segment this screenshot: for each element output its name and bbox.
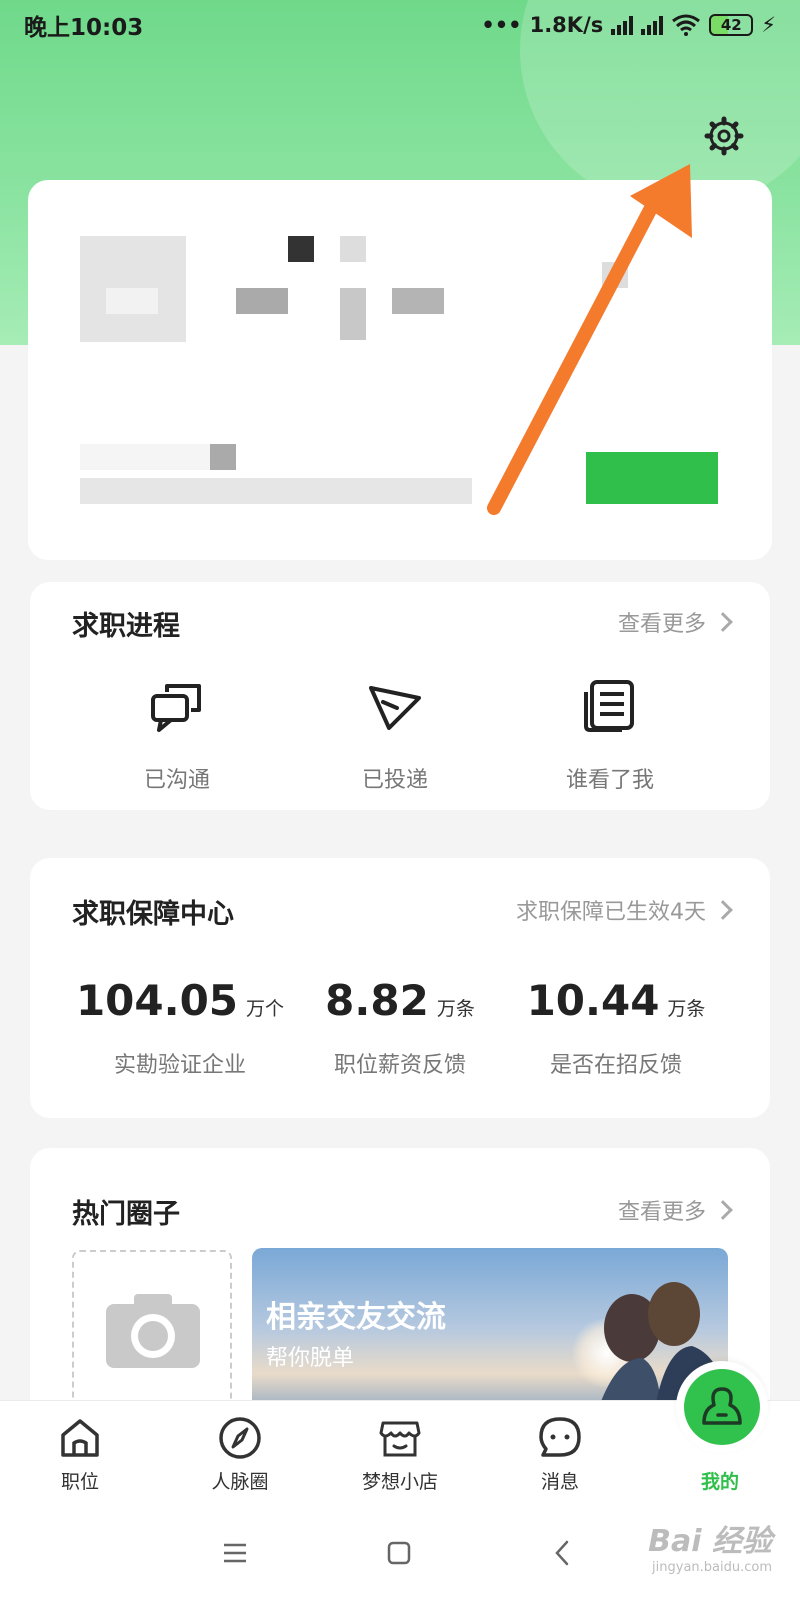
resume-progress-bar (80, 478, 472, 504)
signal-icon (611, 15, 634, 35)
status-time: 晚上10:03 (24, 15, 144, 41)
profile-icon (702, 1387, 742, 1425)
job-progress-card: 求职进程 查看更多 已沟通 已投递 谁看了我 (30, 582, 770, 810)
info-pixel (80, 444, 210, 470)
progress-item-label: 已投递 (361, 768, 428, 793)
hot-circles-title: 热门圈子 (72, 1199, 180, 1230)
stat-unit: 万条 (667, 998, 706, 1020)
chevron-right-icon (713, 900, 733, 920)
job-progress-title: 求职进程 (72, 611, 180, 642)
baidu-watermark: Bai 经验 jingyan.baidu.com (648, 1516, 772, 1575)
charging-icon: ⚡ (761, 13, 776, 37)
stat-hiring-feedback: 10.44 万条 是否在招反馈 (506, 976, 726, 1079)
net-speed: 1.8K/s (529, 13, 604, 37)
stat-value: 10.44 (526, 976, 660, 1025)
tab-label: 梦想小店 (361, 1471, 438, 1493)
watermark-brand: Bai 经验 (648, 1524, 772, 1559)
hot-circles-more-link[interactable]: 查看更多 (617, 1194, 733, 1226)
document-list-icon (584, 680, 634, 732)
progress-item-delivered[interactable]: 已投递 (305, 678, 485, 794)
gear-icon[interactable] (704, 116, 744, 156)
bottom-tab-bar: 职位 人脉圈 梦想小店 消息 我的 (0, 1361, 800, 1504)
stat-verified-companies: 104.05 万个 实勘验证企业 (70, 976, 290, 1079)
menu-icon[interactable] (220, 1538, 250, 1568)
chat-icon (539, 1417, 581, 1457)
tab-jobs[interactable]: 职位 (20, 1415, 140, 1494)
status-bar: 晚上10:03 ••• 1.8K/s 42 ⚡ (0, 0, 800, 50)
add-photo-slot[interactable] (72, 1250, 232, 1410)
info-pixel (210, 444, 236, 470)
tab-network[interactable]: 人脉圈 (180, 1415, 300, 1494)
stat-value: 8.82 (325, 976, 429, 1025)
back-icon[interactable] (548, 1538, 578, 1568)
store-icon (379, 1421, 421, 1457)
tab-label: 人脉圈 (211, 1471, 269, 1493)
signal-icon (641, 15, 664, 35)
more-link-label: 查看更多 (617, 1200, 706, 1225)
tab-label: 职位 (60, 1471, 99, 1493)
tab-label: 消息 (540, 1471, 579, 1493)
chat-bubbles-icon (151, 684, 201, 732)
protection-center-card: 求职保障中心 求职保障已生效4天 104.05 万个 实勘验证企业 8.82 万… (30, 858, 770, 1118)
progress-item-label: 已沟通 (143, 768, 210, 793)
home-button-icon[interactable] (384, 1538, 414, 1568)
progress-item-label: 谁看了我 (565, 768, 654, 793)
battery-icon: 42 (709, 14, 754, 36)
name-pixel (392, 288, 444, 314)
more-link-label: 查看更多 (617, 612, 706, 637)
name-pixel (340, 236, 366, 262)
paper-plane-icon (369, 686, 421, 730)
protection-status-label: 求职保障已生效4天 (516, 900, 706, 925)
me-tab-circle (684, 1369, 760, 1445)
job-progress-more-link[interactable]: 查看更多 (617, 606, 733, 638)
protection-title: 求职保障中心 (72, 899, 234, 930)
stat-label: 是否在招反馈 (549, 1053, 682, 1078)
stat-salary-feedback: 8.82 万条 职位薪资反馈 (290, 976, 510, 1079)
banner-title: 相亲交友交流 (266, 1300, 446, 1335)
me-tab-bubble[interactable] (676, 1361, 768, 1453)
camera-icon (106, 1294, 200, 1368)
tab-dream-shop[interactable]: 梦想小店 (340, 1415, 460, 1494)
stat-value: 104.05 (75, 976, 239, 1025)
stat-label: 实勘验证企业 (113, 1053, 246, 1078)
name-pixel (288, 236, 314, 262)
chevron-right-icon (713, 612, 733, 632)
chevron-right-icon (713, 1200, 733, 1220)
status-indicators: ••• 1.8K/s 42 ⚡ (481, 13, 776, 37)
watermark-url: jingyan.baidu.com (652, 1560, 772, 1575)
stat-label: 职位薪资反馈 (333, 1053, 466, 1078)
stat-unit: 万个 (246, 998, 285, 1020)
progress-item-viewed-me[interactable]: 谁看了我 (520, 678, 700, 794)
progress-item-communicated[interactable]: 已沟通 (87, 678, 267, 794)
name-pixel (236, 288, 288, 314)
orange-arrow-annotation (487, 164, 692, 515)
stat-unit: 万条 (436, 998, 475, 1020)
banner-subtitle: 帮你脱单 (266, 1346, 355, 1371)
name-pixel (340, 288, 366, 340)
system-nav-bar: Bai 经验 jingyan.baidu.com (0, 1504, 800, 1600)
tab-label: 我的 (700, 1471, 739, 1493)
more-dots-icon: ••• (481, 13, 522, 37)
avatar-pixel (106, 288, 158, 314)
tab-messages[interactable]: 消息 (500, 1415, 620, 1494)
protection-status-link[interactable]: 求职保障已生效4天 (516, 894, 733, 926)
compass-icon (219, 1417, 261, 1459)
home-icon (61, 1419, 99, 1457)
wifi-icon (672, 14, 701, 36)
